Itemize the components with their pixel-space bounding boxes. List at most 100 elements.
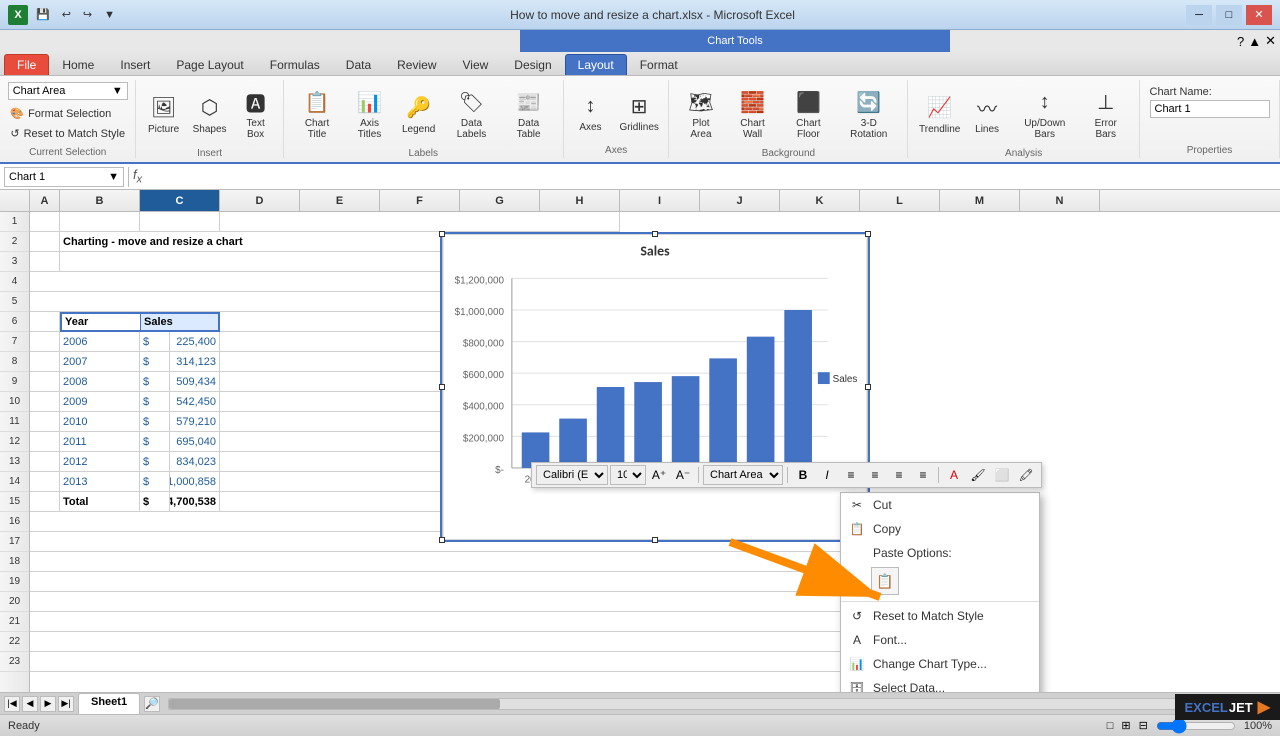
cell-a14[interactable]: [30, 472, 60, 492]
col-header-n[interactable]: N: [1020, 190, 1100, 211]
horizontal-scrollbar[interactable]: [160, 693, 1280, 714]
3d-rotation-button[interactable]: 🔄 3-D Rotation: [838, 82, 899, 144]
col-header-d[interactable]: D: [220, 190, 300, 211]
cell-a3[interactable]: [30, 252, 60, 272]
tab-insert[interactable]: Insert: [107, 54, 163, 75]
col-header-l[interactable]: L: [860, 190, 940, 211]
font-size-select[interactable]: 10: [610, 465, 646, 485]
chart-handle-top[interactable]: [652, 231, 658, 237]
col-header-k[interactable]: K: [780, 190, 860, 211]
align-right-button[interactable]: ≡: [888, 465, 910, 485]
cell-c13-amount[interactable]: 834,023: [170, 452, 220, 472]
lines-button[interactable]: 〰 Lines: [965, 88, 1009, 139]
undo-button[interactable]: ↩: [58, 6, 75, 23]
picture-button[interactable]: 🖼 Picture: [142, 88, 186, 139]
axis-titles-button[interactable]: 📊 Axis Titles: [344, 82, 394, 144]
cell-c7-dollar[interactable]: $: [140, 332, 170, 352]
ctx-cut[interactable]: ✂ Cut: [841, 493, 1039, 517]
reset-match-button[interactable]: ↺ Reset to Match Style: [3, 124, 132, 143]
cell-c11-amount[interactable]: 579,210: [170, 412, 220, 432]
chart-handle-topleft[interactable]: [439, 231, 445, 237]
sheet-nav-last[interactable]: ▶|: [58, 696, 74, 712]
font-color-button[interactable]: A: [943, 465, 965, 485]
cell-b13[interactable]: 2012: [60, 452, 140, 472]
col-header-j[interactable]: J: [700, 190, 780, 211]
cell-a11[interactable]: [30, 412, 60, 432]
ctx-copy[interactable]: 📋 Copy: [841, 517, 1039, 541]
cell-a12[interactable]: [30, 432, 60, 452]
col-header-h[interactable]: H: [540, 190, 620, 211]
shrink-font-button[interactable]: A⁻: [672, 465, 694, 485]
cell-row18[interactable]: [30, 552, 930, 572]
cell-row23[interactable]: [30, 652, 930, 672]
cell-c1[interactable]: [140, 212, 220, 232]
chart-name-input[interactable]: [1150, 100, 1270, 118]
cell-row20[interactable]: [30, 592, 930, 612]
cell-c10-amount[interactable]: 542,450: [170, 392, 220, 412]
tab-design[interactable]: Design: [501, 54, 564, 75]
chart-handle-bottomleft[interactable]: [439, 537, 445, 543]
cell-c14-dollar[interactable]: $: [140, 472, 170, 492]
tab-view[interactable]: View: [450, 54, 502, 75]
ctx-select-data[interactable]: 🗄 Select Data...: [841, 676, 1039, 692]
chart-handle-right[interactable]: [865, 384, 871, 390]
cell-c12-amount[interactable]: 695,040: [170, 432, 220, 452]
data-labels-button[interactable]: 🏷 Data Labels: [443, 82, 501, 144]
chart-title-button[interactable]: 📋 Chart Title: [292, 82, 343, 144]
cell-a15[interactable]: [30, 492, 60, 512]
cell-row22[interactable]: [30, 632, 930, 652]
cell-b7[interactable]: 2006: [60, 332, 140, 352]
shapes-button[interactable]: ⬡ Shapes: [188, 88, 232, 139]
cell-b9[interactable]: 2008: [60, 372, 140, 392]
trendline-button[interactable]: 📈 Trendline: [916, 88, 963, 139]
tab-format[interactable]: Format: [627, 54, 691, 75]
ctx-font[interactable]: A Font...: [841, 628, 1039, 652]
cell-a9[interactable]: [30, 372, 60, 392]
grow-font-button[interactable]: A⁺: [648, 465, 670, 485]
paste-icon-1[interactable]: 📋: [871, 567, 899, 595]
formula-input[interactable]: [146, 170, 1276, 184]
sheet-nav-next[interactable]: ▶: [40, 696, 56, 712]
ctx-reset-match[interactable]: ↺ Reset to Match Style: [841, 604, 1039, 628]
cell-c7-amount[interactable]: 225,400: [170, 332, 220, 352]
legend-button[interactable]: 🔑 Legend: [397, 88, 441, 139]
chart-area-select[interactable]: Chart Area: [703, 465, 783, 485]
format-painter-button[interactable]: 🖍: [1015, 465, 1037, 485]
col-header-m[interactable]: M: [940, 190, 1020, 211]
ctx-change-chart-type[interactable]: 📊 Change Chart Type...: [841, 652, 1039, 676]
cell-c11-dollar[interactable]: $: [140, 412, 170, 432]
tab-data[interactable]: Data: [333, 54, 384, 75]
cell-c8-amount[interactable]: 314,123: [170, 352, 220, 372]
align-left-button[interactable]: ≡: [840, 465, 862, 485]
gridlines-button[interactable]: ⊞ Gridlines: [614, 86, 663, 137]
highlight-button[interactable]: 🖌: [967, 465, 989, 485]
data-table-button[interactable]: 📰 Data Table: [502, 82, 555, 144]
sheet-tab-sheet1[interactable]: Sheet1: [78, 693, 140, 714]
col-header-g[interactable]: G: [460, 190, 540, 211]
tab-page-layout[interactable]: Page Layout: [163, 54, 256, 75]
cell-c15-amount[interactable]: 4,700,538: [170, 492, 220, 512]
cell-b12[interactable]: 2011: [60, 432, 140, 452]
text-box-button[interactable]: 🅰 Text Box: [234, 82, 278, 144]
chart-floor-button[interactable]: ⬛ Chart Floor: [781, 82, 837, 144]
cell-a1[interactable]: [30, 212, 60, 232]
cell-c15-dollar[interactable]: $: [140, 492, 170, 512]
customize-qat-button[interactable]: ▼: [100, 7, 119, 23]
name-box[interactable]: Chart 1 ▼: [4, 167, 124, 187]
chart-handle-left[interactable]: [439, 384, 445, 390]
col-header-c[interactable]: C: [140, 190, 220, 211]
tab-file[interactable]: File: [4, 54, 49, 75]
cell-c9-dollar[interactable]: $: [140, 372, 170, 392]
sheet-nav-prev[interactable]: ◀: [22, 696, 38, 712]
plot-area-button[interactable]: 🗺 Plot Area: [677, 82, 724, 144]
tab-formulas[interactable]: Formulas: [257, 54, 333, 75]
chart-element-dropdown[interactable]: Chart Area ▼: [8, 82, 128, 100]
col-header-e[interactable]: E: [300, 190, 380, 211]
redo-button[interactable]: ↪: [79, 6, 96, 23]
cell-a6[interactable]: [30, 312, 60, 332]
ribbon-minimize-button[interactable]: ▲: [1248, 34, 1261, 49]
save-button[interactable]: 💾: [32, 6, 54, 23]
chart-handle-bottom[interactable]: [652, 537, 658, 543]
h-scrollbar-track[interactable]: [168, 698, 1272, 710]
cell-a8[interactable]: [30, 352, 60, 372]
